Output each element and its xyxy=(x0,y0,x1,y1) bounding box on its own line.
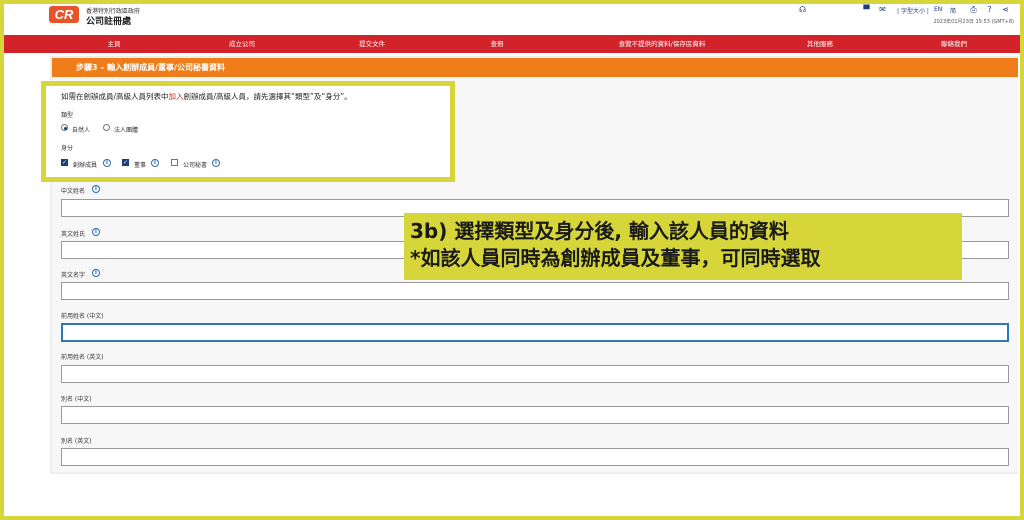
current-datetime: 2023年01月23日 15:53 (GMT+8) xyxy=(933,19,1014,25)
info-icon[interactable]: i xyxy=(151,159,159,167)
info-icon[interactable]: i xyxy=(92,228,100,236)
previous-chinese-name-input[interactable] xyxy=(61,323,1009,342)
alias-english-input[interactable] xyxy=(61,448,1009,466)
headset-icon[interactable]: ☊ xyxy=(798,5,807,14)
alias-chinese-input[interactable] xyxy=(61,406,1009,424)
field-label-previous-chinese-name: 前用姓名 (中文) xyxy=(61,313,104,320)
mail-icon[interactable]: ✉ xyxy=(878,5,887,14)
info-icon[interactable]: i xyxy=(92,269,100,277)
nav-inspection[interactable]: 查覽不提供的資料/保存區資料 xyxy=(600,35,724,53)
lang-en-link[interactable]: EN xyxy=(934,6,942,16)
info-icon[interactable]: i xyxy=(212,159,220,167)
radio-body-corporate[interactable] xyxy=(103,124,110,131)
share-icon[interactable]: ⋖ xyxy=(1001,5,1010,14)
checkbox-founder-member-label: 創辦成員 xyxy=(73,162,98,169)
info-icon[interactable]: i xyxy=(103,159,111,167)
instruction-text: 如需在創辦成員/高級人員列表中加入創辦成員/高級人員，請先選擇其“類型”及“身分… xyxy=(61,91,352,102)
field-label-english-given-name: 英文名字 xyxy=(61,272,86,279)
nav-incorporate[interactable]: 成立公司 xyxy=(214,35,270,53)
radio-body-corporate-label: 法人團體 xyxy=(114,127,139,134)
previous-english-name-input[interactable] xyxy=(61,365,1009,383)
identity-label: 身分 xyxy=(61,145,74,152)
field-label-english-surname: 英文姓氏 xyxy=(61,231,86,238)
main-nav: 主頁 成立公司 提交文件 查冊 查覽不提供的資料/保存區資料 其他服務 聯絡我們 xyxy=(4,35,1020,53)
checkbox-director-label: 董事 xyxy=(134,162,147,169)
nav-home[interactable]: 主頁 xyxy=(94,35,134,53)
org-name-line2: 公司註冊處 xyxy=(86,17,132,27)
radio-natural-person[interactable] xyxy=(61,124,68,131)
annotation-line2: *如該人員同時為創辦成員及董事，可同時選取 xyxy=(410,246,821,270)
lang-sc-link[interactable]: 简 xyxy=(950,6,956,16)
nav-contact-us[interactable]: 聯絡我們 xyxy=(934,35,974,53)
type-label: 類型 xyxy=(61,112,74,119)
font-size-control[interactable]: | 字型大小 | xyxy=(897,6,929,16)
english-given-name-input[interactable] xyxy=(61,282,1009,300)
instruction-add: 加入 xyxy=(168,92,184,101)
checkbox-founder-member[interactable]: ✓ xyxy=(61,159,68,166)
print-icon[interactable]: ⎙ xyxy=(969,5,978,14)
nav-other-services[interactable]: 其他服務 xyxy=(800,35,840,53)
info-icon[interactable]: i xyxy=(92,185,100,193)
cr-logo[interactable]: CR xyxy=(49,6,79,23)
field-label-previous-english-name: 前用姓名 (英文) xyxy=(61,354,104,361)
checkbox-director[interactable]: ✓ xyxy=(122,159,129,166)
field-label-alias-chinese: 別名 (中文) xyxy=(61,396,92,403)
field-label-chinese-name: 中文姓名 xyxy=(61,188,86,195)
cart-icon[interactable]: ▀ xyxy=(862,5,871,14)
nav-submit-documents[interactable]: 提交文件 xyxy=(344,35,400,53)
field-label-alias-english: 別名 (英文) xyxy=(61,438,92,445)
instruction-pre: 如需在創辦成員/高級人員列表中 xyxy=(61,92,169,101)
radio-natural-person-label: 自然人 xyxy=(72,127,91,134)
help-icon[interactable]: ? xyxy=(985,5,994,14)
annotation-line1: 3b) 選擇類型及身分後, 輸入該人員的資料 xyxy=(410,219,789,243)
checkbox-company-secretary[interactable] xyxy=(171,159,178,166)
tutorial-annotation: 3b) 選擇類型及身分後, 輸入該人員的資料 *如該人員同時為創辦成員及董事，可… xyxy=(404,213,962,280)
font-size-label: 字型大小 xyxy=(900,8,925,15)
step-title-bar: 步驟3 – 輸入創辦成員/董事/公司秘書資料 xyxy=(52,58,1018,77)
nav-search[interactable]: 查冊 xyxy=(482,35,512,53)
instruction-post: 創辦成員/高級人員，請先選擇其“類型”及“身分”。 xyxy=(183,92,352,101)
checkbox-company-secretary-label: 公司秘書 xyxy=(183,162,208,169)
